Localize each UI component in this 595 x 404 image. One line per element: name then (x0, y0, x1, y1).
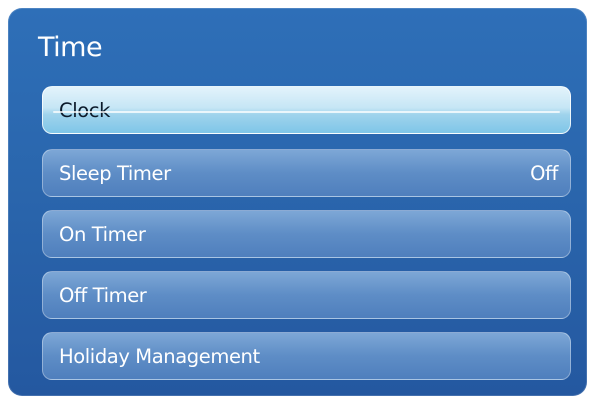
menu-item-label: Holiday Management (59, 345, 260, 368)
menu-item-label: On Timer (59, 223, 146, 246)
menu-title: Time (38, 32, 103, 63)
menu-item-label: Sleep Timer (59, 162, 171, 185)
menu-item-off-timer[interactable]: Off Timer (42, 271, 571, 319)
menu-item-label: Off Timer (59, 284, 147, 307)
menu-item-on-timer[interactable]: On Timer (42, 210, 571, 258)
menu-item-value: Off (530, 162, 558, 185)
menu-item-sleep-timer[interactable]: Sleep Timer Off (42, 149, 571, 197)
menu-item-clock[interactable]: Clock (42, 86, 571, 134)
menu-item-label: Clock (59, 99, 110, 122)
menu-item-holiday-management[interactable]: Holiday Management (42, 332, 571, 380)
time-menu-panel: Time Clock Sleep Timer Off On Timer Off … (8, 8, 587, 396)
